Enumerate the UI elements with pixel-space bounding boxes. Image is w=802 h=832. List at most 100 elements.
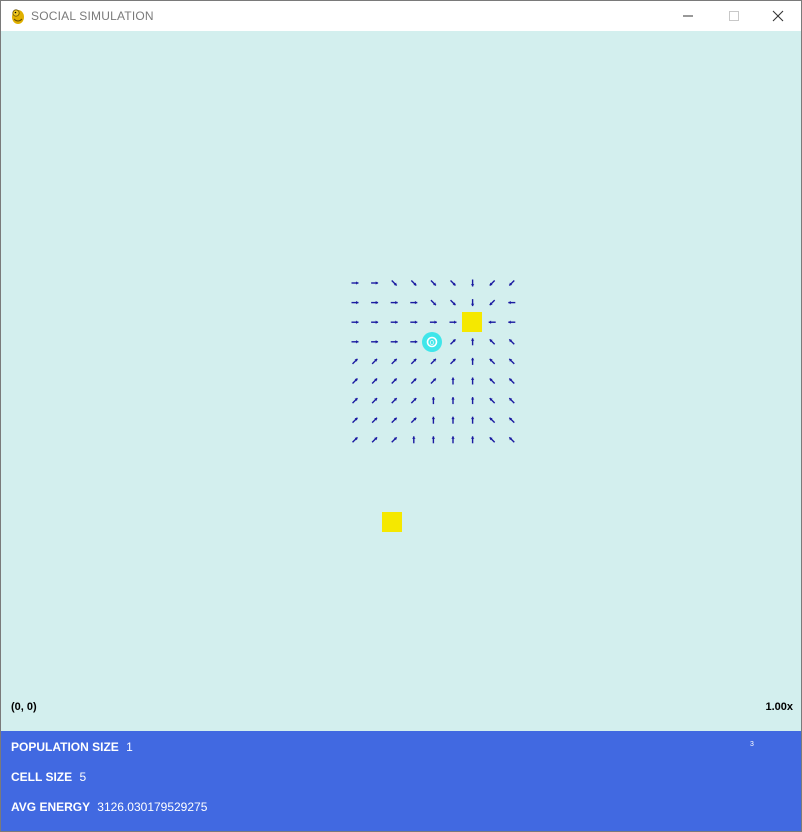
field-arrow <box>391 417 398 424</box>
field-arrow <box>371 281 379 285</box>
stats-panel: POPULATION SIZE 1 CELL SIZE 5 AVG ENERGY… <box>1 731 801 831</box>
field-arrow <box>390 340 398 344</box>
field-arrow <box>508 300 516 305</box>
maximize-button[interactable] <box>711 1 757 31</box>
field-arrow <box>391 378 398 384</box>
field-arrow <box>508 397 515 404</box>
field-arrow <box>371 300 379 305</box>
field-arrow <box>451 416 455 424</box>
field-arrow <box>450 358 456 365</box>
field-arrow <box>489 378 496 384</box>
field-arrow <box>470 299 475 307</box>
cell-size-stat: CELL SIZE 5 <box>11 770 86 784</box>
field-arrow <box>352 436 358 443</box>
field-arrow <box>352 358 358 365</box>
field-arrow <box>508 378 515 384</box>
population-size-label: POPULATION SIZE <box>11 740 119 754</box>
field-arrow <box>489 417 496 424</box>
field-arrow <box>470 357 475 365</box>
field-arrow <box>430 378 437 384</box>
field-arrow <box>352 417 358 424</box>
food-item <box>382 512 402 532</box>
window-title: SOCIAL SIMULATION <box>31 9 154 23</box>
field-arrow <box>451 377 455 385</box>
agent-label: 0 <box>430 340 434 347</box>
field-arrow <box>430 358 437 365</box>
field-arrow <box>451 436 455 444</box>
field-arrow <box>431 436 436 444</box>
avg-energy-value: 3126.030179529275 <box>97 800 208 814</box>
field-arrow <box>431 416 436 424</box>
population-size-value: 1 <box>126 740 133 754</box>
simulation-canvas[interactable]: 0 (0, 0) 1.00x <box>1 31 801 731</box>
field-arrow <box>430 280 437 286</box>
field-arrow <box>410 417 417 424</box>
field-arrow <box>390 300 398 305</box>
field-arrow <box>508 436 515 443</box>
field-arrow <box>371 397 378 404</box>
field-arrow <box>489 280 496 286</box>
field-arrow <box>371 320 379 324</box>
field-arrow <box>371 378 378 384</box>
field-arrow <box>431 397 436 405</box>
field-arrow <box>412 436 416 444</box>
app-window: SOCIAL SIMULATION 0 (0, 0) 1.00x POPULAT… <box>0 0 802 832</box>
field-arrow <box>410 280 417 286</box>
close-button[interactable] <box>755 1 801 31</box>
field-arrow <box>508 280 515 286</box>
field-arrow <box>508 358 515 365</box>
close-icon <box>772 10 784 22</box>
field-arrow <box>450 299 456 306</box>
simulation-world: 0 <box>351 279 516 532</box>
field-arrow <box>470 377 475 385</box>
title-bar[interactable]: SOCIAL SIMULATION <box>1 1 801 31</box>
field-arrow <box>488 320 496 324</box>
field-arrow <box>371 340 379 344</box>
minimize-icon <box>683 15 693 17</box>
field-arrow <box>508 320 516 324</box>
field-arrow <box>429 320 437 324</box>
agent[interactable]: 0 <box>422 332 442 352</box>
field-arrow <box>410 358 417 365</box>
cell-size-label: CELL SIZE <box>11 770 73 784</box>
field-arrow <box>390 320 398 324</box>
field-arrow <box>470 436 475 444</box>
food-item <box>462 312 482 332</box>
avg-energy-stat: AVG ENERGY 3126.030179529275 <box>11 800 207 814</box>
field-arrow <box>391 397 398 404</box>
field-arrow <box>371 417 378 424</box>
field-arrow <box>470 279 475 287</box>
field-arrow <box>451 397 455 405</box>
cell-size-value: 5 <box>79 770 87 784</box>
field-arrow <box>489 397 496 404</box>
field-arrow <box>351 281 359 285</box>
field-arrow <box>508 417 515 424</box>
field-arrow <box>450 280 456 286</box>
minimize-button[interactable] <box>665 1 711 31</box>
python-snake-icon <box>12 9 24 24</box>
avg-energy-label: AVG ENERGY <box>11 800 90 814</box>
field-arrow <box>508 338 515 345</box>
field-arrow <box>352 397 358 404</box>
field-arrow <box>371 358 378 365</box>
field-arrow <box>489 436 496 443</box>
vector-field <box>351 279 516 444</box>
zoom-level: 1.00x <box>765 701 793 713</box>
population-size-stat: POPULATION SIZE 1 <box>11 740 133 754</box>
field-arrow <box>410 378 417 384</box>
field-arrow <box>489 338 496 345</box>
field-arrow <box>351 340 359 344</box>
field-arrow <box>410 397 417 404</box>
field-arrow <box>391 436 398 443</box>
field-arrow <box>470 416 475 424</box>
camera-coordinate: (0, 0) <box>11 701 37 713</box>
corner-number: 3 <box>750 741 754 748</box>
field-arrow <box>371 436 378 443</box>
field-arrow <box>410 320 418 324</box>
field-arrow <box>351 300 359 305</box>
field-arrow <box>352 378 358 384</box>
field-arrow <box>489 358 496 365</box>
field-arrow <box>470 397 475 405</box>
field-arrow <box>449 320 457 324</box>
field-arrow <box>489 299 496 306</box>
